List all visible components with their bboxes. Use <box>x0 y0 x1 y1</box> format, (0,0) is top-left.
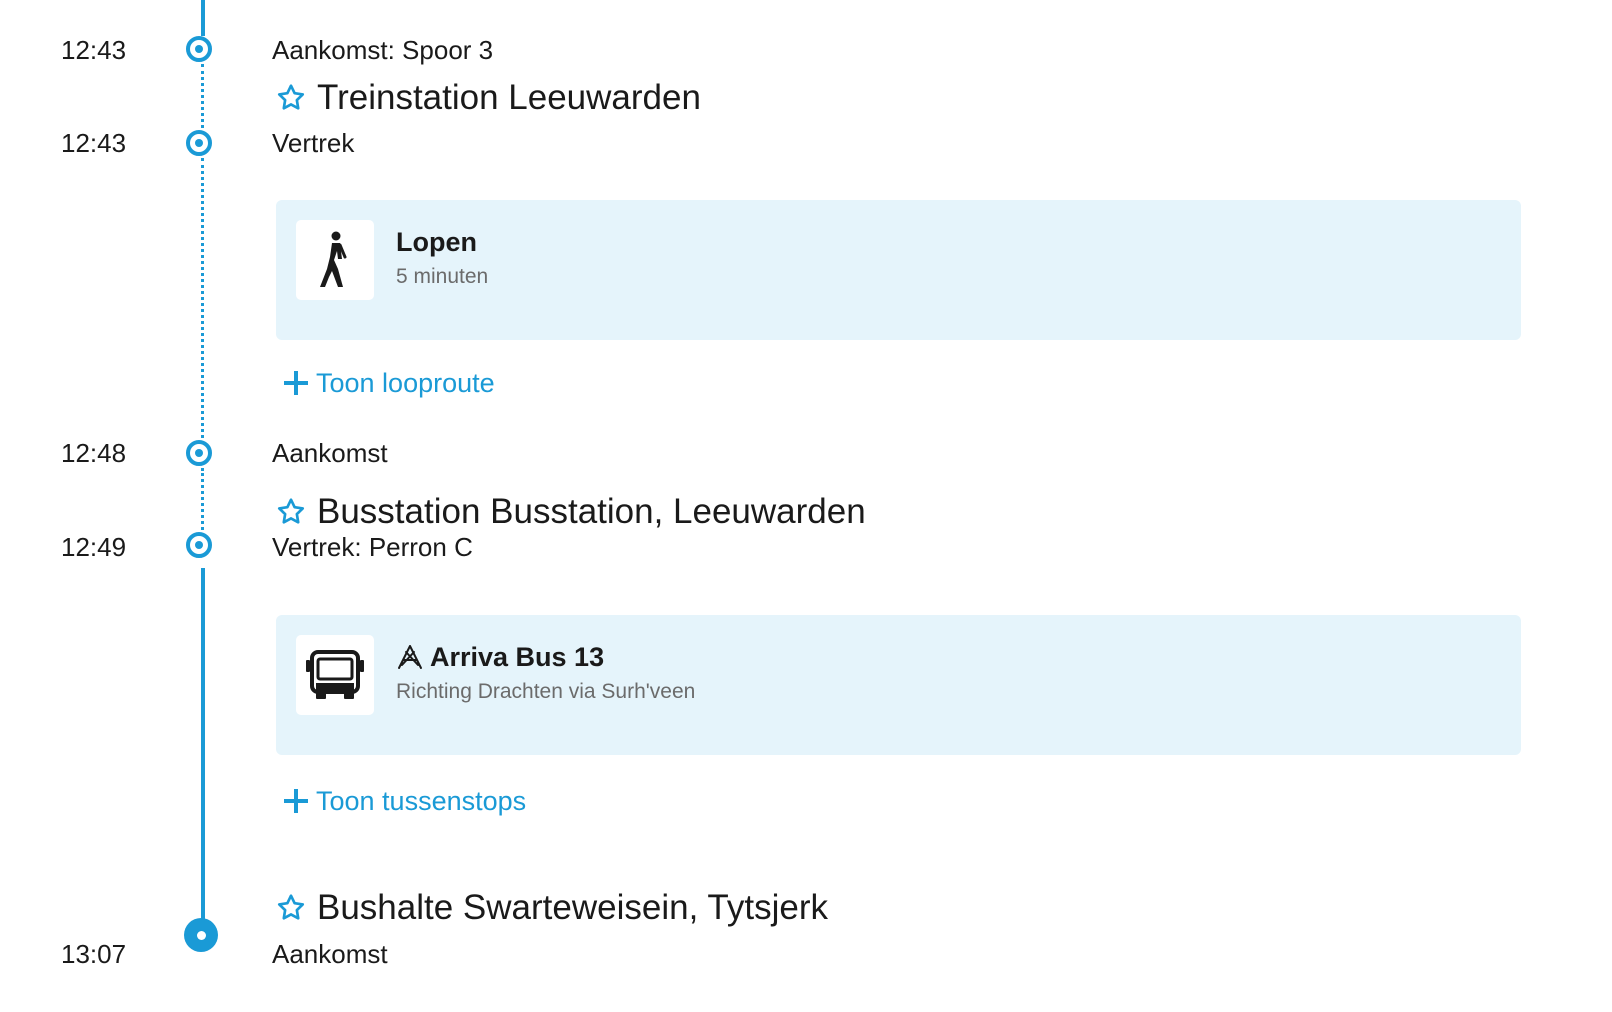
arrival-time: 12:48 <box>61 438 127 468</box>
stop-dot <box>186 130 212 156</box>
timeline-line-walk <box>201 158 204 438</box>
arrival-label: Aankomst <box>272 939 388 969</box>
leg-title: Arriva Bus 13 <box>396 641 604 673</box>
arriva-logo-icon <box>398 645 422 669</box>
timeline-line-bus-transfer <box>201 468 204 530</box>
timeline-line-train <box>201 0 205 36</box>
leg-icon-box <box>296 220 374 300</box>
station-name: Busstation Busstation, Leeuwarden <box>317 492 866 531</box>
arrival-label: Aankomst <box>272 438 388 468</box>
leg-card-bus: Arriva Bus 13 Richting Drachten via Surh… <box>276 615 1521 755</box>
star-icon[interactable] <box>275 82 307 114</box>
departure-label: Vertrek <box>272 128 355 158</box>
walking-icon <box>320 231 347 287</box>
bus-direction: Richting Drachten via Surh'veen <box>396 680 696 703</box>
bus-icon <box>306 650 364 699</box>
show-intermediate-stops-link[interactable]: Toon tussenstops <box>284 785 526 817</box>
station-row: Bushalte Swarteweisein, Tytsjerk <box>275 888 828 928</box>
timeline-line-bus <box>201 568 205 930</box>
station-name: Treinstation Leeuwarden <box>317 78 701 117</box>
plus-icon <box>284 371 308 395</box>
stop-dot <box>186 532 212 558</box>
destination-dot <box>184 918 218 952</box>
bus-line-name: Arriva Bus 13 <box>430 642 605 672</box>
leg-duration: 5 minuten <box>396 265 489 288</box>
leg-icon-box <box>296 635 374 715</box>
star-icon[interactable] <box>275 892 307 924</box>
departure-time: 12:49 <box>61 532 127 562</box>
leg-title: Lopen <box>396 227 477 257</box>
leg-card-walk: Lopen 5 minuten <box>276 200 1521 340</box>
timeline-line-walk-transfer <box>201 64 204 128</box>
arrival-label: Aankomst: Spoor 3 <box>272 35 494 65</box>
stop-dot <box>186 36 212 62</box>
departure-time: 12:43 <box>61 128 127 158</box>
station-row: Treinstation Leeuwarden <box>275 78 701 118</box>
show-walking-route-label: Toon looproute <box>316 368 495 398</box>
show-walking-route-link[interactable]: Toon looproute <box>284 367 495 399</box>
star-icon[interactable] <box>275 496 307 528</box>
arrival-time: 13:07 <box>61 939 127 969</box>
plus-icon <box>284 789 308 813</box>
station-row: Busstation Busstation, Leeuwarden <box>275 492 866 532</box>
journey-timeline: 12:43 Aankomst: Spoor 3 Treinstation Lee… <box>0 0 1612 1012</box>
show-intermediate-stops-label: Toon tussenstops <box>316 786 527 816</box>
stop-dot <box>186 440 212 466</box>
arrival-time: 12:43 <box>61 35 127 65</box>
departure-label: Vertrek: Perron C <box>272 532 473 562</box>
station-name: Bushalte Swarteweisein, Tytsjerk <box>317 888 828 927</box>
